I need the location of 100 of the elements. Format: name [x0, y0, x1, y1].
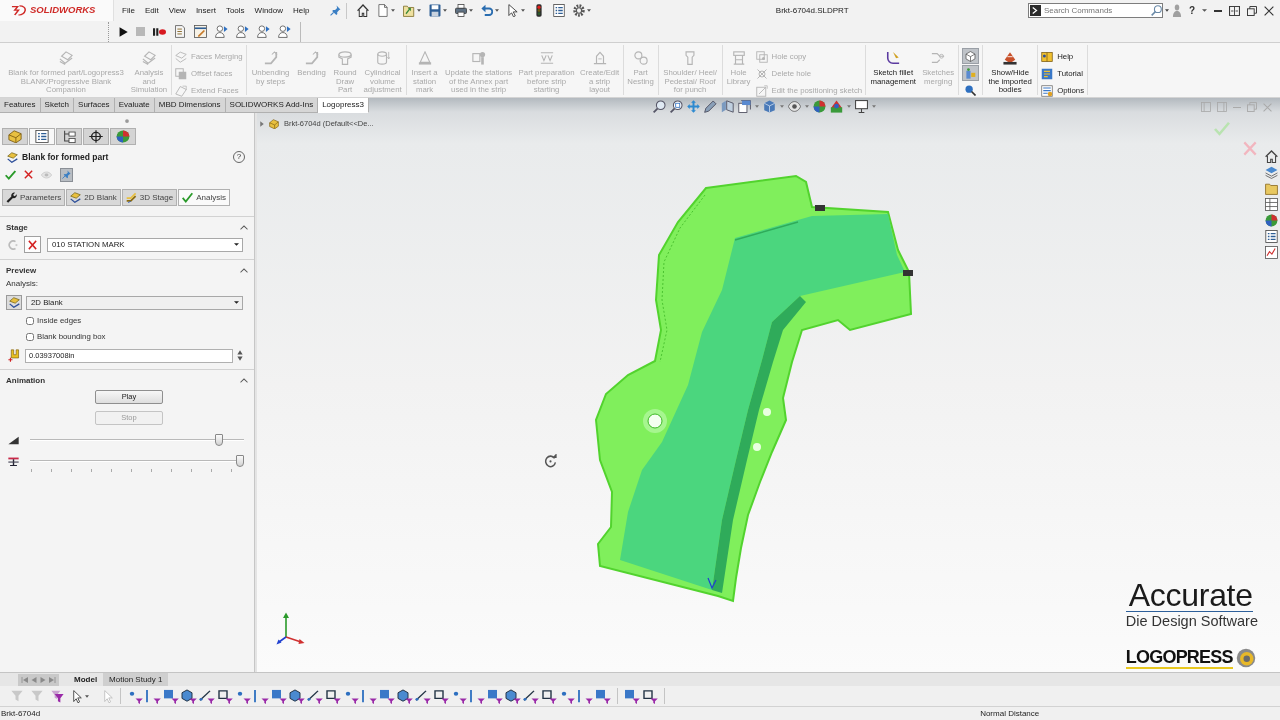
minimize-icon[interactable]: [1214, 9, 1222, 12]
filter-icon[interactable]: [523, 688, 539, 704]
panel-tab[interactable]: Parameters: [2, 189, 66, 206]
pause-record-icon[interactable]: [153, 26, 166, 37]
checkbox[interactable]: [26, 332, 34, 341]
manager-tab[interactable]: [56, 128, 82, 145]
chevron-up-icon[interactable]: [240, 268, 248, 273]
home-icon[interactable]: [1265, 150, 1278, 163]
color-sphere-icon[interactable]: [812, 100, 826, 113]
filter-icon[interactable]: [145, 688, 161, 704]
cursor-icon[interactable]: [72, 689, 83, 703]
filter-icon[interactable]: [541, 688, 557, 704]
tile-windows-icon[interactable]: [1229, 5, 1240, 16]
pin-button[interactable]: [60, 167, 73, 182]
command-tab[interactable]: SOLIDWORKS Add-Ins: [225, 98, 319, 113]
filter-icon[interactable]: [271, 688, 287, 704]
caret-icon[interactable]: [494, 9, 499, 12]
close-icon[interactable]: [24, 170, 33, 179]
restore-icon[interactable]: [1247, 5, 1257, 16]
filter-icon[interactable]: [181, 688, 197, 704]
eye-icon[interactable]: [787, 100, 801, 113]
command-tab[interactable]: MBD Dimensions: [154, 98, 226, 113]
shapes-icon[interactable]: [829, 100, 843, 113]
chevron-up-icon[interactable]: [240, 378, 248, 383]
caret-icon[interactable]: [416, 9, 421, 12]
layers-icon[interactable]: [1265, 166, 1278, 179]
filter-icon[interactable]: [361, 688, 377, 704]
menu-item[interactable]: Help: [288, 4, 315, 17]
spinner-icon[interactable]: [237, 350, 243, 361]
settings-icon[interactable]: [572, 4, 585, 17]
manager-tab[interactable]: [83, 128, 109, 145]
filter-icon[interactable]: [624, 688, 640, 704]
menu-item[interactable]: Tools: [220, 4, 250, 17]
save-icon[interactable]: [428, 4, 441, 17]
section-view-icon[interactable]: [720, 100, 734, 113]
filter-icon[interactable]: [505, 688, 521, 704]
play-icon[interactable]: [119, 26, 128, 37]
caret-icon[interactable]: [586, 9, 591, 12]
filter-icon[interactable]: [325, 688, 341, 704]
filter-icon[interactable]: [469, 688, 485, 704]
pin-icon[interactable]: [329, 5, 341, 16]
zoom-icon[interactable]: [652, 100, 666, 113]
clear-button[interactable]: [24, 236, 41, 253]
toggle-button[interactable]: [962, 48, 980, 64]
filter-icon[interactable]: [595, 688, 611, 704]
chevron-up-icon[interactable]: [240, 225, 248, 230]
filter-icon[interactable]: [307, 688, 323, 704]
command-tab[interactable]: Sketch: [40, 98, 75, 113]
filter-icon[interactable]: [379, 688, 395, 704]
bottom-tab[interactable]: Model: [68, 673, 104, 686]
table-icon[interactable]: [1265, 198, 1278, 211]
command-tab[interactable]: Evaluate: [114, 98, 155, 113]
filter-icon[interactable]: [217, 688, 233, 704]
caret-icon[interactable]: [442, 9, 447, 12]
list-icon[interactable]: [552, 4, 565, 17]
caret-icon[interactable]: [520, 9, 525, 12]
menu-item[interactable]: View: [163, 4, 191, 17]
undo-icon[interactable]: [480, 4, 493, 17]
slider-thumb[interactable]: [215, 434, 224, 446]
cursor-icon[interactable]: [506, 4, 519, 17]
menu-item[interactable]: Window: [249, 4, 289, 17]
home-icon[interactable]: [356, 4, 369, 17]
caret-icon[interactable]: [1202, 9, 1207, 12]
printer-icon[interactable]: [454, 4, 467, 17]
caret-icon[interactable]: [85, 694, 89, 698]
user-arrow-icon[interactable]: [257, 25, 270, 38]
analysis-type-button[interactable]: [6, 295, 22, 310]
close-icon[interactable]: [1264, 5, 1274, 16]
caret-icon[interactable]: [1164, 9, 1169, 12]
bottom-tab[interactable]: Motion Study 1: [103, 673, 169, 686]
caret-icon[interactable]: [468, 9, 473, 12]
filter-icon[interactable]: [51, 689, 64, 703]
user-arrow-icon[interactable]: [278, 25, 291, 38]
box-icon[interactable]: [737, 100, 751, 113]
filter-icon[interactable]: [397, 688, 413, 704]
caret-icon[interactable]: [390, 9, 395, 12]
filter-icon[interactable]: [163, 688, 179, 704]
manager-tab[interactable]: [29, 128, 55, 145]
filter-icon[interactable]: [577, 688, 593, 704]
help-button[interactable]: ?: [1188, 4, 1195, 17]
command-tab[interactable]: Features: [0, 98, 41, 113]
check-icon[interactable]: [5, 169, 16, 180]
filter-icon[interactable]: [199, 688, 215, 704]
document-lines-icon[interactable]: [174, 25, 186, 38]
filter-icon[interactable]: [253, 688, 269, 704]
folder-icon[interactable]: [1265, 182, 1278, 195]
checkbox[interactable]: [26, 316, 34, 325]
pencil-icon[interactable]: [703, 100, 717, 113]
menu-item[interactable]: Insert: [190, 4, 221, 17]
zoom-area-icon[interactable]: [669, 100, 683, 113]
filter-icon[interactable]: [642, 688, 658, 704]
expand-arrow-icon[interactable]: [260, 120, 264, 127]
filter-icon[interactable]: [433, 688, 449, 704]
monitor-icon[interactable]: [854, 100, 868, 113]
list-icon[interactable]: [1265, 230, 1278, 243]
cube-icon[interactable]: [762, 100, 776, 113]
slider-thumb[interactable]: [236, 455, 244, 467]
toggle-button[interactable]: [962, 65, 980, 81]
user-arrow-icon[interactable]: [215, 25, 228, 38]
panel-tab[interactable]: 2D Blank: [66, 189, 121, 206]
